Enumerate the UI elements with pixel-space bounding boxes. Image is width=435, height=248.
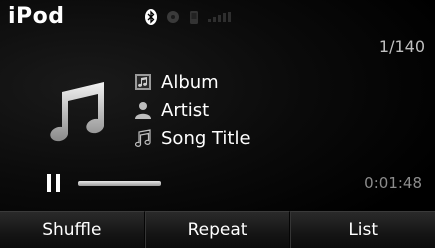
pause-button[interactable]: [44, 172, 64, 194]
music-note-icon: [48, 78, 108, 143]
repeat-button[interactable]: Repeat: [144, 211, 291, 248]
signal-icon: [208, 12, 234, 22]
shuffle-button[interactable]: Shuffle: [0, 211, 145, 248]
pause-icon: [47, 174, 60, 192]
app-title: iPod: [8, 4, 65, 29]
list-button[interactable]: List: [290, 211, 435, 248]
album-row: Album: [133, 70, 219, 94]
artist-icon: [133, 100, 153, 120]
bluetooth-icon: [145, 9, 157, 25]
song-note-icon: [133, 128, 153, 148]
song-title-label: Song Title: [161, 127, 251, 149]
album-label: Album: [161, 71, 219, 93]
album-icon: [133, 72, 153, 92]
ipod-screen: iPod 1/140 Album Artist Song Title 0:01:…: [0, 0, 435, 248]
elapsed-time: 0:01:48: [364, 174, 422, 192]
status-icons: [145, 9, 234, 25]
disc-icon: [166, 10, 180, 24]
bottom-bar: Shuffle Repeat List: [0, 211, 435, 248]
artist-label: Artist: [161, 99, 210, 121]
status-bar: iPod: [0, 0, 435, 30]
progress-fill: [78, 181, 161, 186]
progress-bar[interactable]: [78, 181, 408, 187]
song-title-row: Song Title: [133, 126, 251, 150]
track-counter: 1/140: [378, 37, 425, 56]
phone-icon: [189, 10, 199, 25]
artist-row: Artist: [133, 98, 209, 122]
